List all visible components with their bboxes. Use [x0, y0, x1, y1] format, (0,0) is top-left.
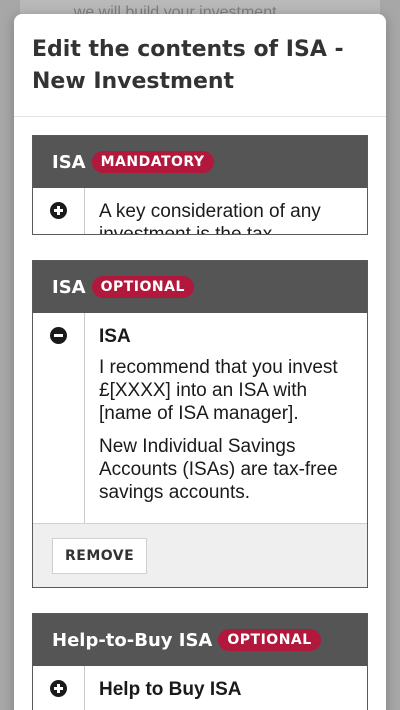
modal-body[interactable]: ISA MANDATORY A key consideration of any… [14, 117, 386, 710]
section-isa-optional: ISA OPTIONAL ISA I recommend that you in… [32, 260, 368, 588]
optional-badge: OPTIONAL [91, 276, 194, 298]
edit-contents-modal: Edit the contents of ISA - New Investmen… [14, 14, 386, 710]
modal-title: Edit the contents of ISA - New Investmen… [32, 37, 344, 94]
plus-icon[interactable] [50, 680, 67, 697]
section-title: ISA [52, 276, 86, 298]
modal-header: Edit the contents of ISA - New Investmen… [14, 14, 386, 117]
collapsed-row[interactable]: A key consideration of any investment is… [33, 188, 367, 234]
section-isa-mandatory: ISA MANDATORY A key consideration of any… [32, 135, 368, 235]
expand-toggle[interactable] [33, 666, 85, 710]
section-title: Help-to-Buy ISA [52, 629, 213, 651]
section-header: ISA MANDATORY [33, 136, 367, 188]
section-header: Help-to-Buy ISA OPTIONAL [33, 614, 367, 666]
section-title: ISA [52, 151, 86, 173]
content-heading: Help to Buy ISA [99, 679, 242, 700]
section-help-to-buy-isa: Help-to-Buy ISA OPTIONAL Help to Buy ISA [32, 613, 368, 710]
content-paragraph: I recommend that you invest £[XXXX] into… [99, 357, 338, 424]
row-content: A key consideration of any investment is… [85, 188, 367, 234]
mandatory-badge: MANDATORY [91, 151, 214, 173]
expanded-row: ISA I recommend that you invest £[XXXX] … [33, 313, 367, 523]
content-preview: A key consideration of any investment is… [99, 201, 321, 234]
content-heading: ISA [99, 326, 131, 347]
section-footer: REMOVE [33, 523, 367, 587]
minus-icon[interactable] [50, 327, 67, 344]
remove-button[interactable]: REMOVE [52, 538, 148, 574]
row-content: Help to Buy ISA [85, 666, 367, 710]
collapse-toggle[interactable] [33, 313, 85, 523]
section-header: ISA OPTIONAL [33, 261, 367, 313]
plus-icon[interactable] [50, 202, 67, 219]
optional-badge: OPTIONAL [218, 629, 321, 651]
expand-toggle[interactable] [33, 188, 85, 234]
collapsed-row[interactable]: Help to Buy ISA [33, 666, 367, 710]
content-paragraph: New Individual Savings Accounts (ISAs) a… [99, 436, 338, 503]
row-content: ISA I recommend that you invest £[XXXX] … [85, 313, 367, 523]
